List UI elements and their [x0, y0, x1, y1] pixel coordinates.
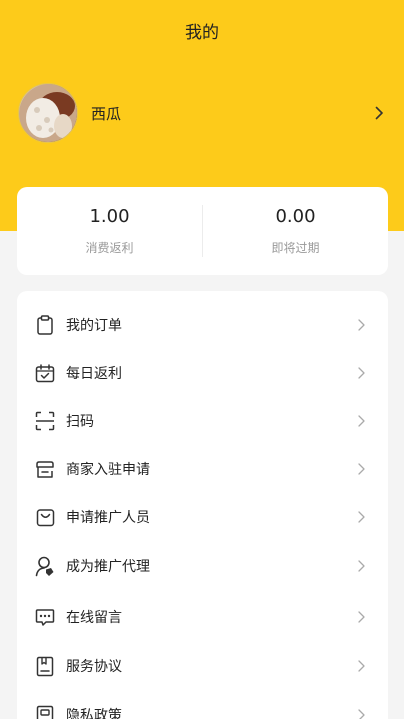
chevron-right-icon	[356, 319, 366, 331]
menu-item-label: 商家入驻申请	[66, 462, 150, 478]
stat-label: 消费返利	[85, 241, 134, 255]
menu-item-label: 服务协议	[66, 659, 122, 675]
menu-item-label: 我的订单	[66, 318, 122, 334]
menu-item-label: 每日返利	[66, 366, 122, 382]
menu-item-label: 成为推广代理	[66, 559, 150, 575]
bag-icon	[35, 507, 55, 527]
chevron-right-icon	[356, 560, 366, 572]
menu-item-online-message[interactable]: 在线留言	[17, 593, 388, 641]
chevron-right-icon[interactable]	[372, 106, 386, 120]
stat-value: 0.00	[275, 206, 316, 227]
menu-item-service-agreement[interactable]: 服务协议	[17, 642, 388, 690]
menu-item-label: 在线留言	[66, 610, 122, 626]
menu-item-privacy-policy[interactable]: 隐私政策	[17, 691, 388, 719]
chevron-right-icon	[356, 463, 366, 475]
chevron-right-icon	[356, 415, 366, 427]
stat-value: 1.00	[89, 206, 130, 227]
chevron-right-icon	[356, 367, 366, 379]
stat-label: 即将过期	[271, 241, 320, 255]
stat-expiring[interactable]: 0.00 即将过期	[203, 187, 388, 275]
menu-card: 我的订单 每日返利 扫码 商家入驻申请 申请推广人员 成为推广代理 在线留言 服…	[17, 291, 388, 719]
profile-row[interactable]: 西瓜	[18, 82, 386, 144]
menu-item-label: 扫码	[66, 414, 94, 430]
message-icon	[35, 607, 55, 627]
menu-item-promoter-apply[interactable]: 申请推广人员	[17, 493, 388, 541]
menu-item-merchant-apply[interactable]: 商家入驻申请	[17, 445, 388, 493]
store-icon	[35, 459, 55, 479]
avatar[interactable]	[18, 83, 78, 143]
clipboard-icon	[35, 315, 55, 335]
menu-item-label: 申请推广人员	[66, 510, 150, 526]
stats-card: 1.00 消费返利 0.00 即将过期	[17, 187, 388, 275]
menu-item-label: 隐私政策	[66, 708, 122, 719]
calendar-check-icon	[35, 363, 55, 383]
chevron-right-icon	[356, 511, 366, 523]
privacy-icon	[35, 705, 55, 719]
document-icon	[35, 656, 55, 676]
chevron-right-icon	[356, 709, 366, 719]
stat-rebate[interactable]: 1.00 消费返利	[17, 187, 202, 275]
chevron-right-icon	[356, 611, 366, 623]
avatar-image	[19, 84, 77, 142]
chevron-right-icon	[356, 660, 366, 672]
scan-icon	[35, 411, 55, 431]
menu-item-scan[interactable]: 扫码	[17, 397, 388, 445]
page-title: 我的	[185, 23, 219, 43]
menu-item-become-agent[interactable]: 成为推广代理	[17, 542, 388, 590]
username: 西瓜	[91, 104, 122, 123]
menu-item-daily-rebate[interactable]: 每日返利	[17, 349, 388, 397]
agent-icon	[35, 556, 55, 576]
menu-item-my-orders[interactable]: 我的订单	[17, 301, 388, 349]
